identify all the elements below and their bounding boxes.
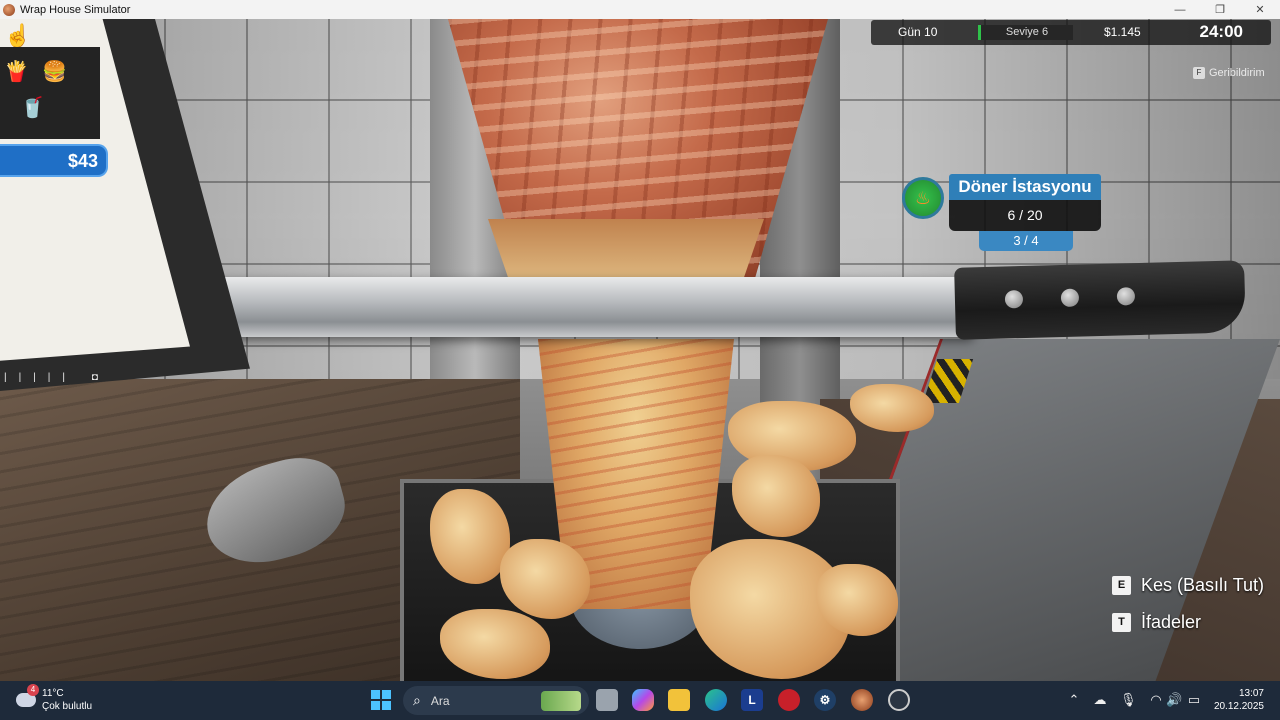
start-button[interactable]	[371, 690, 391, 710]
station-count: 6 / 20	[949, 200, 1101, 231]
taskbar-date: 20.12.2025	[1213, 701, 1264, 712]
feedback-label: Geribildirim	[1209, 67, 1265, 79]
hand-pointer-icon: ☝	[4, 23, 32, 48]
weather-desc: Çok bulutlu	[42, 701, 93, 712]
launcher-l-icon[interactable]: L	[741, 689, 763, 711]
weather-widget[interactable]: 4 11°C Çok bulutlu	[16, 684, 93, 713]
chevron-up-icon[interactable]: ⌃	[1066, 692, 1082, 708]
windows-taskbar: 4 11°C Çok bulutlu ⌕ Ara L ⚙ ⌃ ☁ 🎙 ◠ 🔊 ▭…	[0, 681, 1280, 720]
search-placeholder: Ara	[430, 693, 450, 708]
battery-icon[interactable]: ▭	[1186, 692, 1202, 708]
minimize-button[interactable]: —	[1160, 0, 1200, 19]
menu-panel: 🍟 🍔 🥤	[0, 47, 100, 139]
prompt-cut: E Kes (Basılı Tut)	[1112, 575, 1264, 596]
wifi-icon[interactable]: ◠	[1148, 692, 1164, 708]
screen-recorder-icon[interactable]	[888, 689, 910, 711]
key-e-icon: E	[1112, 576, 1131, 595]
taskbar-search[interactable]: ⌕ Ara	[403, 686, 589, 715]
drink-icon[interactable]: 🥤	[20, 95, 45, 120]
order-price-bar: $43	[0, 144, 108, 177]
weather-temp: 11°C	[42, 688, 64, 699]
status-hud: Gün 10 Seviye 6 $1.145 24:00	[871, 20, 1271, 45]
window-title-bar: Wrap House Simulator — ❐ ✕	[0, 0, 1280, 19]
feedback-button[interactable]: F Geribildirim	[1193, 67, 1265, 79]
prompt-emotes-label: İfadeler	[1141, 612, 1202, 632]
copilot-icon[interactable]	[632, 689, 654, 711]
prompt-emotes: T İfadeler	[1112, 612, 1201, 633]
fire-icon: ♨	[902, 177, 944, 219]
file-explorer-icon[interactable]	[668, 689, 690, 711]
weather-badge: 4	[27, 684, 39, 696]
red-app-icon[interactable]	[778, 689, 800, 711]
game-icon[interactable]	[851, 689, 873, 711]
knife-handle	[954, 260, 1246, 340]
restore-button[interactable]: ❐	[1200, 0, 1240, 19]
onedrive-icon[interactable]: ☁	[1092, 692, 1108, 708]
volume-icon[interactable]: 🔊	[1166, 692, 1182, 708]
taskbar-time: 13:07	[1238, 688, 1264, 699]
feedback-key-icon: F	[1193, 67, 1205, 79]
app-icon	[3, 3, 15, 16]
burger-icon[interactable]: 🍔	[42, 59, 67, 84]
edge-icon[interactable]	[705, 689, 727, 711]
taskbar-clock[interactable]: 13:07 20.12.2025	[1214, 687, 1264, 713]
cloud-icon: 4	[16, 684, 39, 707]
window-title: Wrap House Simulator	[20, 3, 131, 16]
station-sub-count: 3 / 4	[979, 231, 1073, 251]
close-button[interactable]: ✕	[1240, 0, 1280, 19]
order-price: $43	[67, 151, 98, 171]
fries-icon[interactable]: 🍟	[4, 59, 29, 84]
game-clock: 24:00	[1199, 22, 1243, 41]
level-bar: Seviye 6	[978, 25, 1073, 40]
microphone-icon[interactable]: 🎙	[1120, 692, 1137, 708]
money-label: $1.145	[1104, 25, 1141, 39]
steam-icon[interactable]: ⚙	[814, 689, 836, 711]
task-view-icon[interactable]	[596, 689, 618, 711]
search-icon: ⌕	[413, 692, 421, 708]
day-label: Gün 10	[898, 25, 938, 39]
key-t-icon: T	[1112, 613, 1131, 632]
prompt-cut-label: Kes (Basılı Tut)	[1141, 575, 1265, 595]
station-title: Döner İstasyonu	[949, 174, 1101, 200]
